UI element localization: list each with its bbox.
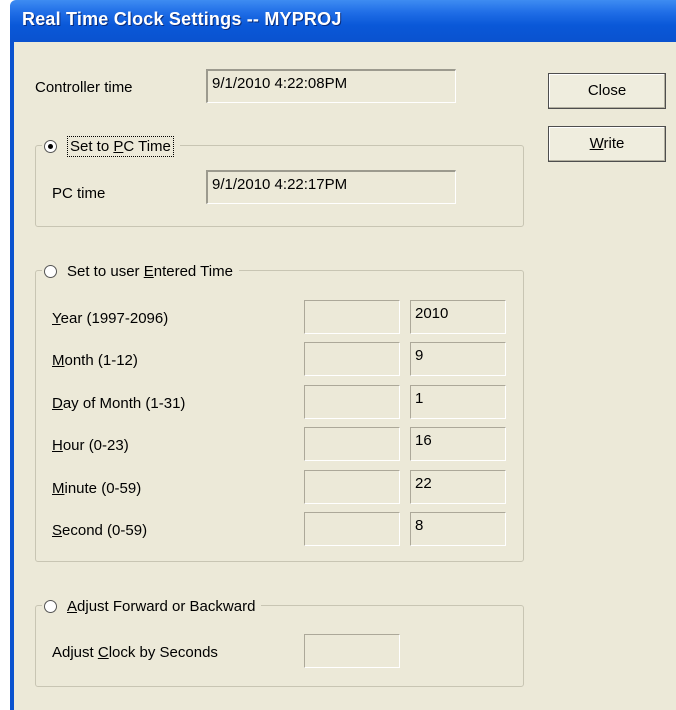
adjust-forward-backward-label: Adjust Forward or Backward [67,597,256,615]
hour-label: Hour (0-23) [52,437,129,454]
pc-time-field: 9/1/2010 4:22:17PM [206,170,456,204]
hour-current: 16 [410,427,506,461]
year-label: Year (1997-2096) [52,310,169,327]
radio-unselected-icon [44,599,57,613]
controller-time-field: 9/1/2010 4:22:08PM [206,69,456,103]
year-current: 2010 [410,300,506,334]
year-input[interactable] [304,300,400,334]
adjust-forward-backward-radio[interactable]: Adjust Forward or Backward [42,596,262,616]
title-bar[interactable]: Real Time Clock Settings -- MYPROJ [10,0,676,42]
minute-input[interactable] [304,470,400,504]
second-current: 8 [410,512,506,546]
month-label: Month (1-12) [52,352,138,369]
set-to-user-entered-time-label: Set to user Entered Time [67,262,233,280]
day-of-month-label: Day of Month (1-31) [52,395,186,412]
set-to-pc-time-label: Set to PC Time [67,135,174,157]
month-current: 9 [410,342,506,376]
minute-current: 22 [410,470,506,504]
controller-time-label: Controller time [35,79,133,96]
rtc-settings-dialog: Real Time Clock Settings -- MYPROJ Contr… [0,0,676,710]
window-title: Real Time Clock Settings -- MYPROJ [22,9,342,29]
set-to-pc-time-radio[interactable]: Set to PC Time [42,135,180,157]
radio-unselected-icon [44,264,57,278]
second-input[interactable] [304,512,400,546]
hour-input[interactable] [304,427,400,461]
day-of-month-current: 1 [410,385,506,419]
close-button[interactable]: Close [548,73,666,109]
radio-selected-icon [44,139,57,153]
set-to-user-entered-time-radio[interactable]: Set to user Entered Time [42,261,239,281]
minute-label: Minute (0-59) [52,480,142,497]
month-input[interactable] [304,342,400,376]
day-of-month-input[interactable] [304,385,400,419]
write-button[interactable]: Write [548,126,666,162]
second-label: Second (0-59) [52,522,148,539]
adjust-seconds-input[interactable] [304,634,400,668]
pc-time-label: PC time [52,185,106,202]
adjust-clock-seconds-label: Adjust Clock by Seconds [52,644,218,661]
dialog-body: Controller time 9/1/2010 4:22:08PM Close… [10,42,676,710]
